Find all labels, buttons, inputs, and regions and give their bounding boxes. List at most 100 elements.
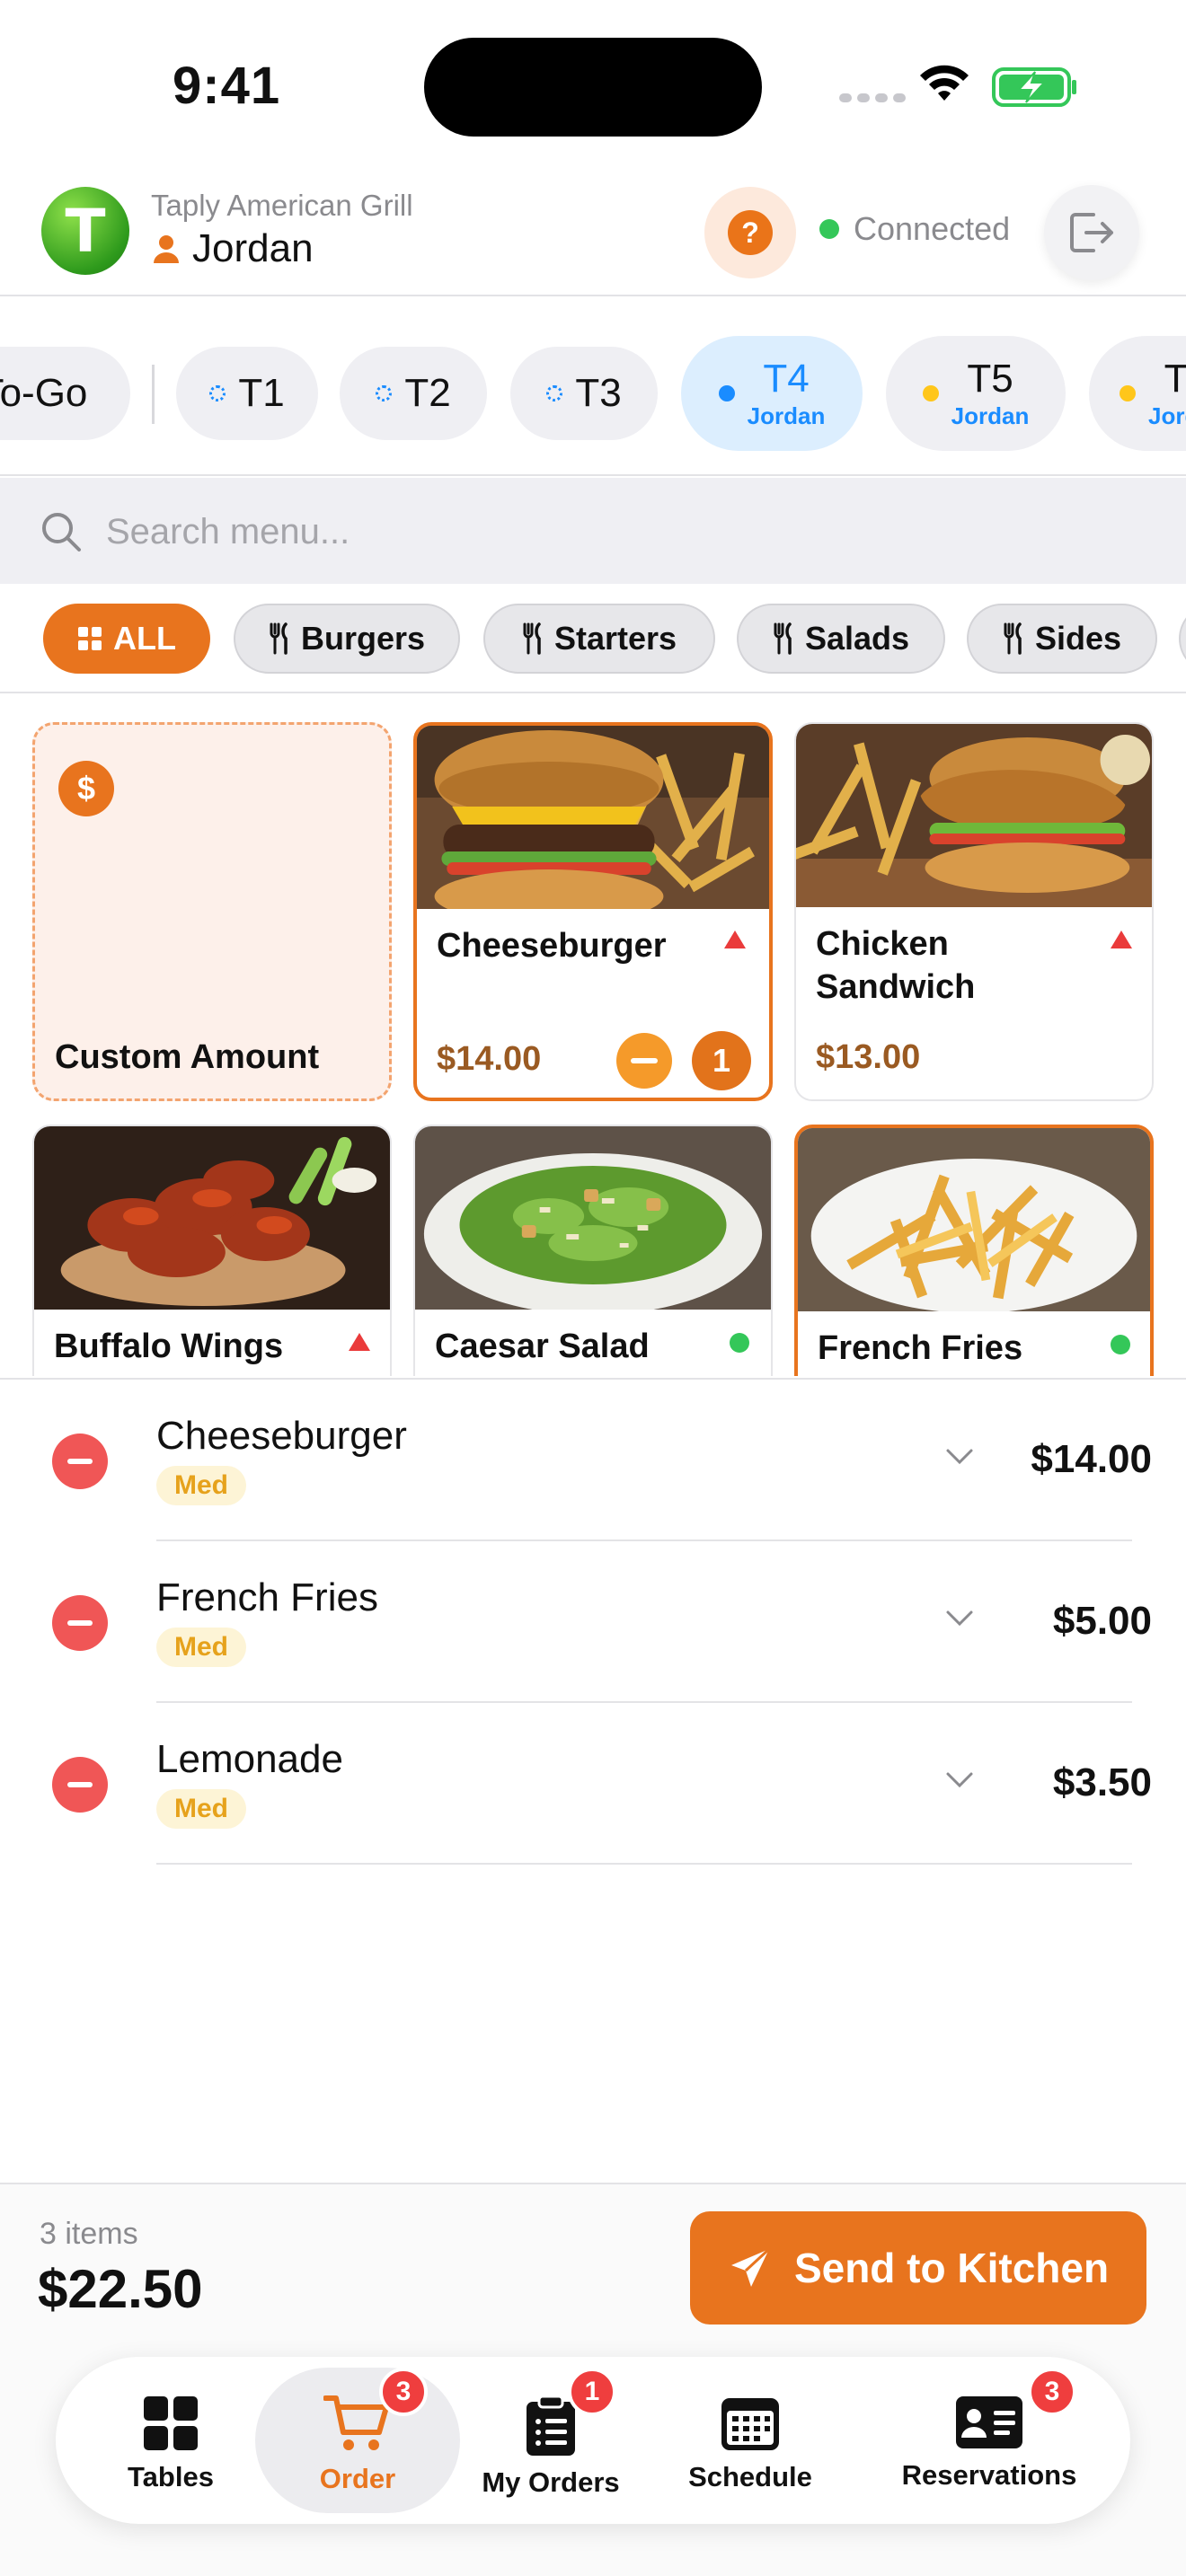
menu-item-cheeseburger[interactable]: Cheeseburger $14.00 1	[413, 722, 773, 1101]
low-stock-icon	[349, 1333, 370, 1351]
tab-schedule[interactable]: Schedule	[674, 2368, 827, 2513]
table-chip-t6[interactable]: T6 Jordan	[1089, 336, 1186, 451]
menu-item-name: Buffalo Wings	[54, 1328, 284, 1365]
contact-card-icon	[956, 2396, 1022, 2448]
table-info: T4 Jordan	[748, 359, 826, 428]
table-label: T1	[238, 371, 285, 415]
tab-my-orders[interactable]: My Orders 1	[465, 2368, 636, 2513]
battery-charging-icon	[992, 67, 1076, 107]
category-salads[interactable]: Salads	[737, 604, 945, 674]
custom-amount-card[interactable]: $ Custom Amount	[32, 722, 392, 1101]
table-divider	[152, 365, 155, 424]
table-chip-t1[interactable]: T1	[176, 347, 318, 440]
menu-item-name: Caesar Salad	[435, 1328, 650, 1365]
logout-icon	[1070, 213, 1113, 252]
chicken-sandwich-photo	[796, 724, 1152, 907]
tab-order[interactable]: Order 3	[255, 2368, 460, 2513]
table-server: Jordan	[951, 402, 1030, 429]
menu-item-caesar-salad[interactable]: Caesar Salad	[413, 1125, 773, 1376]
reservations-badge: 3	[1028, 2368, 1076, 2416]
order-item-name: Cheeseburger	[156, 1414, 407, 1458]
dynamic-island	[424, 38, 762, 137]
remove-item-button[interactable]	[52, 1434, 108, 1489]
menu-item-chicken-sandwich[interactable]: Chicken Sandwich $13.00	[794, 722, 1154, 1101]
low-stock-icon	[1111, 931, 1132, 948]
logo-letter: T	[65, 196, 106, 266]
utensils-icon	[1004, 622, 1022, 655]
utensils-icon	[774, 622, 792, 655]
table-info: T6 Jordan	[1148, 359, 1186, 428]
menu-item-price: $13.00	[816, 1038, 921, 1076]
remove-item-button[interactable]	[52, 1757, 108, 1813]
table-chip-t4[interactable]: T4 Jordan	[681, 336, 863, 451]
cheeseburger-photo	[417, 726, 769, 909]
menu-grid: $ Custom Amount Cheeseburger $14.00 1 Ch…	[0, 695, 1186, 1376]
table-chip-to-go[interactable]: To-Go	[0, 347, 130, 440]
occupied-dot-icon	[1120, 385, 1136, 401]
tab-label: Order	[319, 2463, 396, 2494]
table-server: Jordan	[1148, 402, 1186, 429]
search-input[interactable]	[106, 503, 1139, 560]
table-label: T5	[967, 357, 1013, 401]
menu-item-name: Chicken Sandwich	[816, 925, 976, 1006]
order-item-price: $3.50	[1052, 1760, 1152, 1804]
tab-reservations[interactable]: Reservations 3	[882, 2368, 1096, 2513]
paper-plane-icon	[730, 2247, 770, 2287]
order-item-modifier: Med	[156, 1466, 246, 1505]
header: T Taply American Grill Jordan ? Connecte…	[0, 171, 1186, 296]
order-item: Cheeseburger Med $14.00	[0, 1380, 1186, 1541]
menu-item-buffalo-wings[interactable]: Buffalo Wings	[32, 1125, 392, 1376]
chevron-down-icon[interactable]	[945, 1448, 974, 1466]
help-button[interactable]: ?	[704, 187, 796, 278]
table-server: Jordan	[747, 402, 826, 429]
category-starters[interactable]: Starters	[483, 604, 715, 674]
grid-icon	[144, 2396, 198, 2450]
remove-item-button[interactable]	[52, 1595, 108, 1651]
category-sides[interactable]: Sides	[967, 604, 1157, 674]
person-icon	[154, 235, 179, 263]
status-bar: 9:41	[0, 0, 1186, 171]
send-to-kitchen-button[interactable]: Send to Kitchen	[690, 2211, 1146, 2325]
category-label: Sides	[1034, 620, 1122, 657]
category-burgers[interactable]: Burgers	[234, 604, 460, 674]
tab-label: My Orders	[482, 2466, 620, 2498]
restaurant-name: Taply American Grill	[151, 189, 413, 222]
category-all[interactable]: ALL	[43, 604, 210, 674]
dollar-icon: $	[58, 761, 114, 816]
order-item: French Fries Med $5.00	[0, 1541, 1186, 1703]
clipboard-icon	[527, 2395, 575, 2456]
send-label: Send to Kitchen	[793, 2245, 1110, 2291]
grid-icon	[78, 627, 102, 650]
divider	[156, 1863, 1132, 1865]
order-item-price: $5.00	[1052, 1599, 1152, 1643]
order-item-price: $14.00	[1031, 1437, 1152, 1481]
french-fries-photo	[798, 1128, 1150, 1311]
caesar-salad-photo	[415, 1126, 771, 1310]
current-server: Jordan	[153, 226, 314, 271]
table-chip-t5[interactable]: T5 Jordan	[886, 336, 1066, 451]
occupied-dot-icon	[922, 385, 939, 401]
menu-item-french-fries[interactable]: French Fries	[794, 1125, 1154, 1376]
order-item-name: Lemonade	[156, 1737, 343, 1781]
category-more[interactable]	[1179, 604, 1186, 674]
table-chip-t2[interactable]: T2	[340, 347, 487, 440]
table-label: T6	[1164, 357, 1186, 401]
chevron-down-icon[interactable]	[945, 1610, 974, 1628]
tab-label: Tables	[128, 2461, 214, 2492]
item-count: 3 items	[40, 2217, 138, 2251]
table-label: T2	[404, 371, 451, 415]
order-item-modifier: Med	[156, 1789, 246, 1829]
table-chip-t3[interactable]: T3	[510, 347, 658, 440]
custom-amount-label: Custom Amount	[55, 1038, 320, 1076]
restaurant-logo: T	[41, 187, 129, 275]
tab-label: Schedule	[688, 2461, 812, 2492]
decrease-qty-button[interactable]	[616, 1033, 672, 1089]
connection-label: Connected	[854, 210, 1011, 247]
server-name: Jordan	[192, 226, 314, 270]
calendar-icon	[721, 2398, 779, 2450]
available-ring-icon	[546, 385, 563, 401]
cellular-signal-icon	[839, 93, 906, 102]
logout-button[interactable]	[1044, 185, 1139, 280]
chevron-down-icon[interactable]	[945, 1771, 974, 1789]
tab-tables[interactable]: Tables	[92, 2368, 250, 2513]
